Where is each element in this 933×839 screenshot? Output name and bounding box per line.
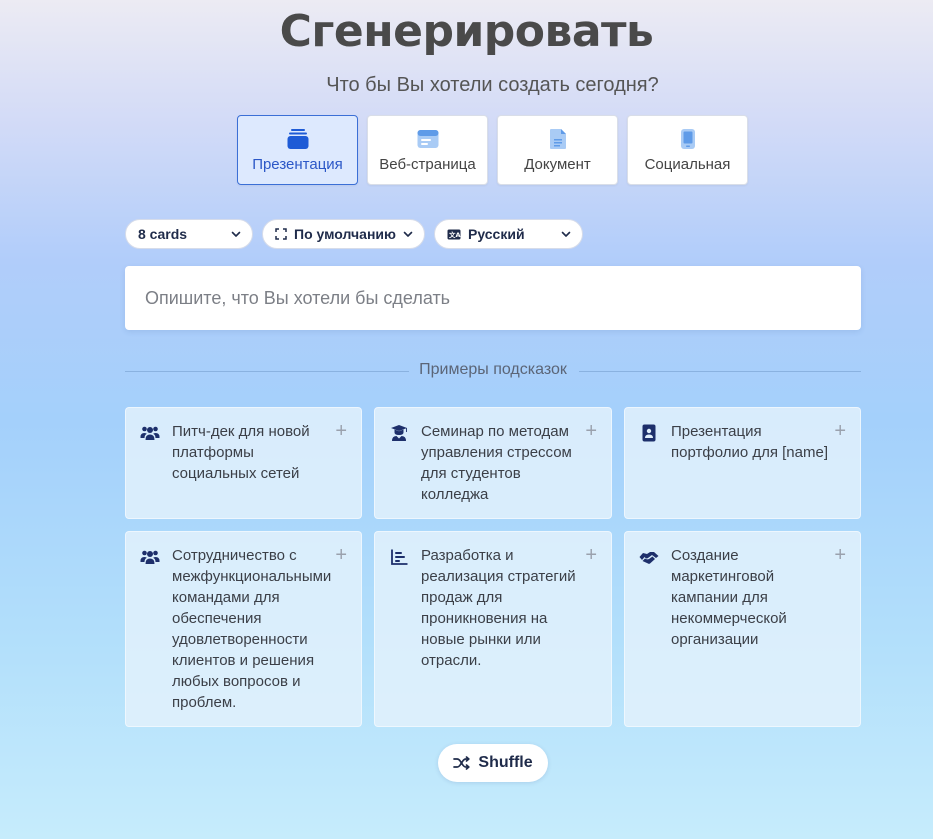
page-subtitle: Что бы Вы хотели создать сегодня? [326, 74, 659, 96]
cards-count-select[interactable]: 8 cards [125, 219, 253, 249]
cards-count-value: 8 cards [138, 226, 188, 242]
example-card[interactable]: Разработка и реализация стратегий продаж… [374, 531, 612, 727]
language-select[interactable]: 文A Русский [434, 219, 583, 249]
example-card[interactable]: Презентация портфолио для [name] + [624, 407, 861, 519]
example-text: Презентация портфолио для [name] [671, 423, 828, 461]
type-label: Презентация [252, 156, 343, 173]
example-card[interactable]: Семинар по методам управления стрессом д… [374, 407, 612, 519]
chevron-down-icon [402, 228, 414, 240]
example-text: Разработка и реализация стратегий продаж… [421, 547, 576, 669]
examples-divider: Примеры подсказок [125, 360, 861, 382]
presentation-icon [286, 127, 310, 151]
example-card[interactable]: Сотрудничество с межфункциональными кома… [125, 531, 362, 727]
format-value: По умолчанию [294, 226, 396, 242]
prompt-input[interactable] [125, 266, 861, 330]
id-badge-icon [639, 424, 659, 442]
type-label: Социальная [644, 156, 731, 173]
phone-icon [676, 127, 700, 151]
add-icon[interactable]: + [335, 545, 347, 565]
type-label: Веб-страница [379, 156, 476, 173]
type-document-button[interactable]: Документ [497, 115, 618, 185]
webpage-icon [416, 127, 440, 151]
bar-chart-icon [389, 548, 409, 566]
type-social-button[interactable]: Социальная [627, 115, 748, 185]
type-label: Документ [524, 156, 591, 173]
type-webpage-button[interactable]: Веб-страница [367, 115, 488, 185]
example-text: Питч-дек для новой платформы социальных … [172, 423, 310, 482]
page-title: Сгенерировать [279, 6, 654, 57]
add-icon[interactable]: + [585, 421, 597, 441]
examples-heading: Примеры подсказок [419, 361, 567, 378]
add-icon[interactable]: + [335, 421, 347, 441]
chevron-down-icon [560, 228, 572, 240]
content-type-selector: Презентация Веб-страница Документ Социал… [237, 115, 748, 185]
language-icon: 文A [447, 229, 461, 240]
format-select[interactable]: По умолчанию [262, 219, 425, 249]
example-card[interactable]: Питч-дек для новой платформы социальных … [125, 407, 362, 519]
shuffle-button[interactable]: Shuffle [438, 744, 548, 782]
teacher-icon [389, 424, 409, 442]
example-text: Семинар по методам управления стрессом д… [421, 423, 572, 503]
svg-text:文A: 文A [448, 230, 461, 239]
document-icon [546, 127, 570, 151]
users-icon [140, 548, 160, 566]
users-icon [140, 424, 160, 442]
options-bar: 8 cards По умолчанию 文A Русский [125, 219, 583, 249]
example-text: Создание маркетинговой кампании для неко… [671, 547, 787, 648]
chevron-down-icon [230, 228, 242, 240]
type-presentation-button[interactable]: Презентация [237, 115, 358, 185]
aspect-ratio-icon [275, 228, 287, 240]
language-value: Русский [468, 226, 525, 242]
handshake-icon [639, 548, 659, 566]
add-icon[interactable]: + [834, 545, 846, 565]
add-icon[interactable]: + [834, 421, 846, 441]
add-icon[interactable]: + [585, 545, 597, 565]
shuffle-label: Shuffle [478, 754, 533, 771]
example-text: Сотрудничество с межфункциональными кома… [172, 547, 332, 711]
shuffle-icon [453, 756, 471, 770]
example-card[interactable]: Создание маркетинговой кампании для неко… [624, 531, 861, 727]
prompt-box [125, 266, 861, 330]
